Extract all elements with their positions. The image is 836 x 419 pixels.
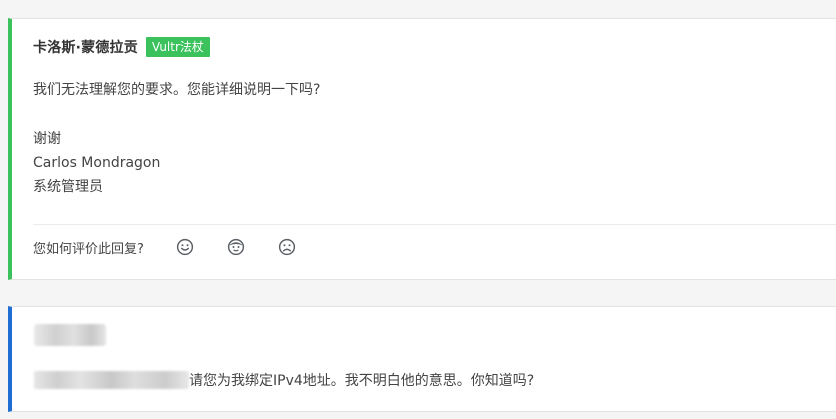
user-message-row: 请您为我绑定IPv4地址。我不明白他的意思。你知道吗?	[34, 369, 534, 391]
reply-thanks: 谢谢	[33, 131, 61, 147]
smile-face-icon[interactable]	[175, 237, 195, 257]
user-message-text: 请您为我绑定IPv4地址。我不明白他的意思。你知道吗?	[189, 373, 535, 389]
author-row: 卡洛斯·蒙德拉贡 Vultr法杖	[33, 36, 210, 58]
reply-body-line: 我们无法理解您的要求。您能详细说明一下吗?	[33, 82, 321, 98]
frown-face-icon[interactable]	[277, 237, 297, 257]
redacted-text	[34, 371, 189, 389]
signature-title: 系统管理员	[33, 179, 103, 195]
signature-name: Carlos Mondragon	[33, 155, 161, 171]
staff-badge: Vultr法杖	[145, 37, 210, 57]
neutral-face-icon[interactable]	[226, 237, 246, 257]
staff-reply-card: 卡洛斯·蒙德拉贡 Vultr法杖 我们无法理解您的要求。您能详细说明一下吗? 谢…	[8, 18, 836, 280]
redacted-username	[34, 324, 106, 346]
user-message-card: 请您为我绑定IPv4地址。我不明白他的意思。你知道吗?	[8, 306, 836, 412]
divider	[33, 224, 836, 225]
rating-label: 您如何评价此回复?	[33, 241, 144, 257]
author-name: 卡洛斯·蒙德拉贡	[33, 40, 138, 56]
rating-row: 您如何评价此回复?	[33, 235, 297, 259]
